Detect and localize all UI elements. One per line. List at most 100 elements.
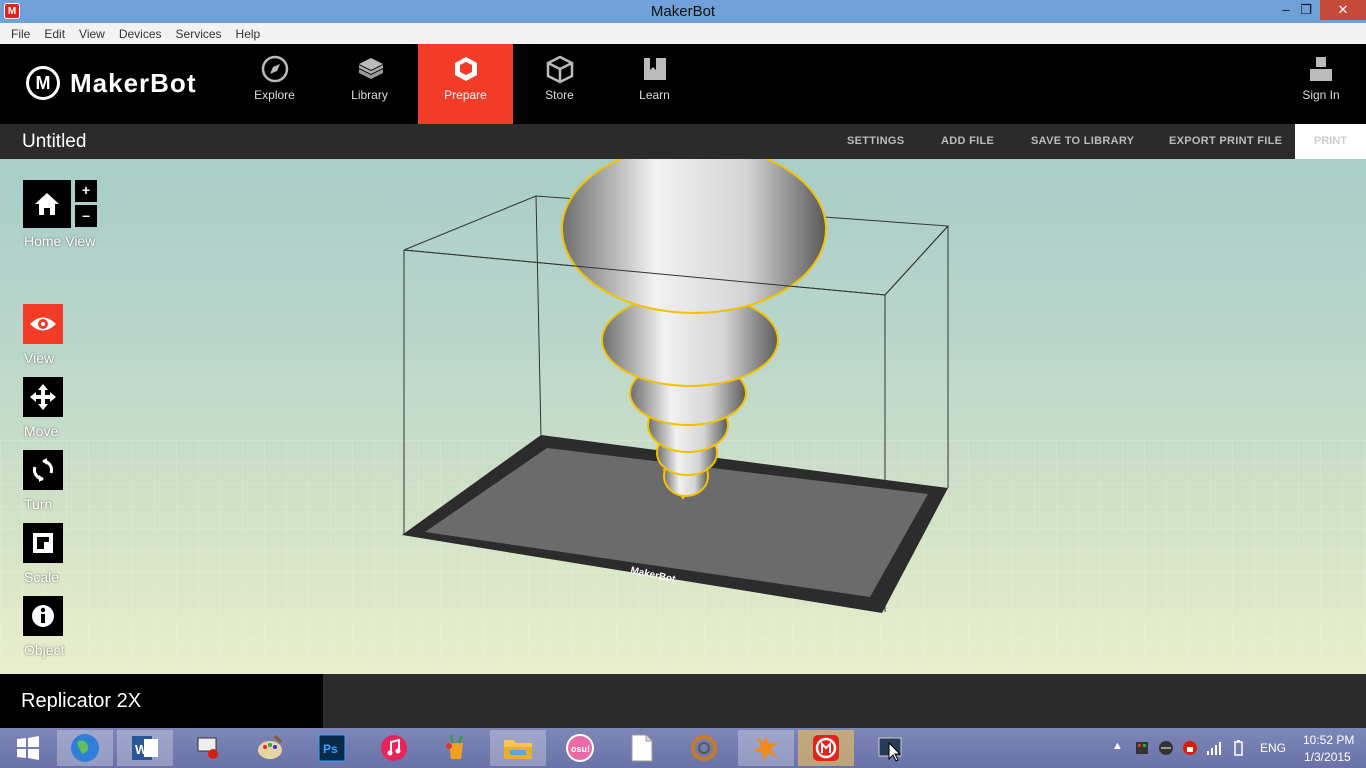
zoom-in-button[interactable]: +	[75, 180, 97, 202]
move-tool-button[interactable]	[23, 377, 63, 417]
makerbot-logo[interactable]: M MakerBot	[26, 66, 196, 100]
print-button[interactable]: PRINT	[1295, 124, 1366, 159]
user-icon	[1310, 57, 1332, 81]
tab-learn-label: Learn	[639, 88, 670, 102]
makerbot-taskbar-icon	[813, 735, 839, 761]
burst-icon	[753, 735, 779, 762]
tab-store[interactable]: Store	[512, 44, 607, 124]
tab-learn[interactable]: Learn	[607, 44, 702, 124]
taskbar-burst-app[interactable]	[738, 730, 794, 766]
add-file-button[interactable]: ADD FILE	[941, 135, 994, 147]
sign-in-label: Sign In	[1302, 88, 1340, 102]
title-bar: M MakerBot – ❐ ✕	[0, 0, 1366, 23]
remote-desktop-icon	[197, 737, 218, 759]
home-icon	[35, 193, 59, 215]
export-print-file-button[interactable]: EXPORT PRINT FILE	[1169, 135, 1282, 147]
makerbot-logo-mark-icon: M	[26, 66, 60, 100]
windows-logo-icon	[17, 736, 39, 760]
menu-edit[interactable]: Edit	[37, 27, 72, 41]
turn-tool-label: Turn	[24, 496, 53, 512]
photoshop-letters: Ps	[323, 742, 338, 756]
object-tool-button[interactable]	[23, 596, 63, 636]
status-bar: Replicator 2X	[0, 674, 1366, 728]
view-tool-button[interactable]	[23, 304, 63, 344]
paint-palette-icon	[258, 734, 283, 759]
itunes-icon	[381, 735, 407, 761]
tray-language[interactable]: ENG	[1260, 741, 1286, 755]
tab-prepare-label: Prepare	[444, 88, 487, 102]
menu-file[interactable]: File	[4, 27, 37, 41]
tab-explore[interactable]: Explore	[227, 44, 322, 124]
start-button[interactable]	[0, 730, 56, 766]
word-icon: W	[132, 736, 158, 760]
word-letter: W	[135, 742, 148, 757]
taskbar-browser[interactable]	[57, 730, 113, 766]
home-view-button[interactable]	[23, 180, 71, 228]
tray-globe-icon[interactable]	[1158, 740, 1174, 756]
blank-document-icon	[631, 734, 653, 762]
build-volume-scene: MakerBot	[0, 159, 1366, 674]
library-icon	[358, 58, 383, 79]
globe-icon	[71, 734, 99, 762]
tray-battery-icon[interactable]	[1230, 740, 1246, 756]
store-box-icon	[546, 55, 573, 84]
settings-button[interactable]: SETTINGS	[847, 135, 904, 147]
view-tool-label: View	[24, 350, 55, 366]
taskbar-photoshop[interactable]: Ps	[304, 730, 360, 766]
folder-icon	[504, 740, 532, 759]
logo-text: MakerBot	[70, 67, 197, 98]
taskbar-cursor-app[interactable]	[862, 730, 918, 766]
menu-services[interactable]: Services	[169, 27, 229, 41]
taskbar-circle-app[interactable]	[676, 730, 732, 766]
taskbar-itunes[interactable]	[366, 730, 422, 766]
move-arrows-icon	[30, 384, 56, 410]
tray-date[interactable]: 1/3/2015	[1304, 750, 1351, 764]
zoom-out-button[interactable]: –	[75, 205, 97, 227]
compass-icon	[261, 55, 288, 83]
save-to-library-button[interactable]: SAVE TO LIBRARY	[1031, 135, 1134, 147]
menu-bar: File Edit View Devices Services Help	[0, 23, 1366, 44]
prepare-cube-icon	[454, 57, 477, 81]
menu-help[interactable]: Help	[229, 27, 268, 41]
tab-prepare[interactable]: Prepare	[418, 44, 513, 124]
ring-icon	[691, 735, 717, 761]
osu-label: osu!	[571, 744, 590, 754]
main-nav: M MakerBot Explore Library Prepare Store	[0, 44, 1366, 124]
printer-selector[interactable]: Replicator 2X	[0, 674, 323, 728]
tray-network-icon[interactable]	[1206, 740, 1222, 756]
tab-store-label: Store	[545, 88, 574, 102]
scale-tool-label: Scale	[24, 569, 60, 585]
rotate-icon	[33, 458, 53, 482]
taskbar-paint[interactable]	[242, 730, 298, 766]
learn-book-icon	[643, 58, 666, 80]
3d-viewport[interactable]: MakerBot + – Home View View Move Turn Sc…	[0, 159, 1366, 674]
window-title: MakerBot	[650, 3, 716, 20]
tray-app-icon[interactable]	[1134, 740, 1150, 756]
tab-library-label: Library	[351, 88, 388, 102]
taskbar-remote-desktop[interactable]	[180, 730, 236, 766]
scale-tool-button[interactable]	[23, 523, 63, 563]
tray-expand-icon[interactable]: ▲	[1112, 740, 1123, 752]
taskbar-word[interactable]: W	[117, 730, 173, 766]
sign-in-button[interactable]: Sign In	[1290, 44, 1352, 124]
taskbar-drink-app[interactable]	[428, 730, 484, 766]
turn-tool-button[interactable]	[23, 450, 63, 490]
taskbar-file-explorer[interactable]	[490, 730, 546, 766]
tray-security-icon[interactable]	[1182, 740, 1198, 756]
eye-icon	[30, 317, 56, 331]
document-title[interactable]: Untitled	[22, 131, 86, 153]
tab-explore-label: Explore	[254, 88, 295, 102]
close-button[interactable]: ✕	[1320, 0, 1366, 20]
taskbar-osu[interactable]: osu!	[552, 730, 608, 766]
document-toolbar: Untitled SETTINGS ADD FILE SAVE TO LIBRA…	[0, 124, 1366, 159]
pineapple-drink-icon	[446, 734, 463, 759]
taskbar-makerbot[interactable]	[798, 730, 854, 766]
menu-view[interactable]: View	[72, 27, 112, 41]
menu-devices[interactable]: Devices	[112, 27, 169, 41]
tray-time[interactable]: 10:52 PM	[1303, 733, 1354, 747]
tab-library[interactable]: Library	[322, 44, 417, 124]
move-tool-label: Move	[24, 423, 59, 439]
taskbar-document[interactable]	[614, 730, 670, 766]
restore-button[interactable]: ❐	[1292, 0, 1320, 20]
photoshop-icon: Ps	[318, 734, 346, 762]
